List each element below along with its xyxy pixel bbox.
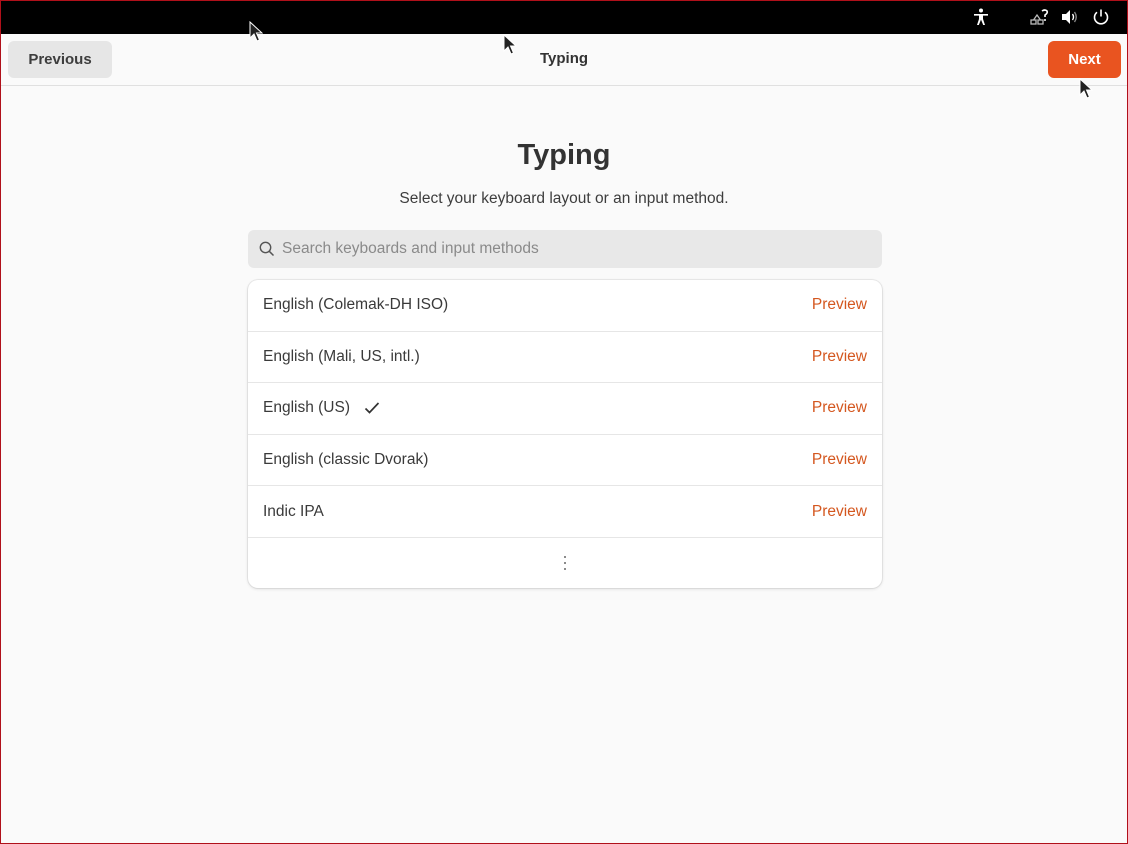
search-icon xyxy=(259,241,275,257)
layout-label: English (Mali, US, intl.) xyxy=(263,347,420,365)
layout-label: Indic IPA xyxy=(263,502,324,520)
system-top-bar xyxy=(1,1,1127,34)
list-item[interactable]: English (classic Dvorak) Preview xyxy=(248,435,882,487)
power-icon[interactable] xyxy=(1090,6,1112,28)
preview-link[interactable]: Preview xyxy=(812,451,867,469)
cursor-icon xyxy=(249,21,263,42)
window: Previous Typing Next Typing Select your … xyxy=(0,0,1128,844)
layout-label: English (US) xyxy=(263,399,350,417)
page-subtitle: Select your keyboard layout or an input … xyxy=(399,190,729,207)
header-title: Typing xyxy=(539,50,589,67)
layout-label: English (Colemak-DH ISO) xyxy=(263,296,449,314)
preview-link[interactable]: Preview xyxy=(812,503,867,521)
list-item[interactable]: English (Mali, US, intl.) Preview xyxy=(248,332,882,384)
header-bar: Previous Typing Next xyxy=(1,34,1127,86)
list-item[interactable]: English (Colemak-DH ISO) Preview xyxy=(248,280,882,332)
layout-label: English (classic Dvorak) xyxy=(263,451,429,469)
show-more-button[interactable] xyxy=(248,538,882,588)
cursor-icon xyxy=(1079,78,1093,99)
search-field[interactable] xyxy=(248,230,882,268)
list-item[interactable]: Indic IPA Preview xyxy=(248,486,882,538)
search-input[interactable] xyxy=(282,230,872,268)
keyboard-layout-list: English (Colemak-DH ISO) Preview English… xyxy=(248,280,882,588)
checkmark-icon xyxy=(364,399,382,417)
page-title: Typing xyxy=(517,139,611,171)
network-icon[interactable] xyxy=(1029,6,1051,28)
volume-icon[interactable] xyxy=(1059,6,1081,28)
next-button[interactable]: Next xyxy=(1048,41,1121,78)
accessibility-icon[interactable] xyxy=(970,6,992,28)
preview-link[interactable]: Preview xyxy=(812,348,867,366)
more-vertical-icon xyxy=(563,555,567,570)
preview-link[interactable]: Preview xyxy=(812,296,867,314)
preview-link[interactable]: Preview xyxy=(812,399,867,417)
cursor-icon xyxy=(503,34,517,55)
list-item-selected[interactable]: English (US) Preview xyxy=(248,383,882,435)
